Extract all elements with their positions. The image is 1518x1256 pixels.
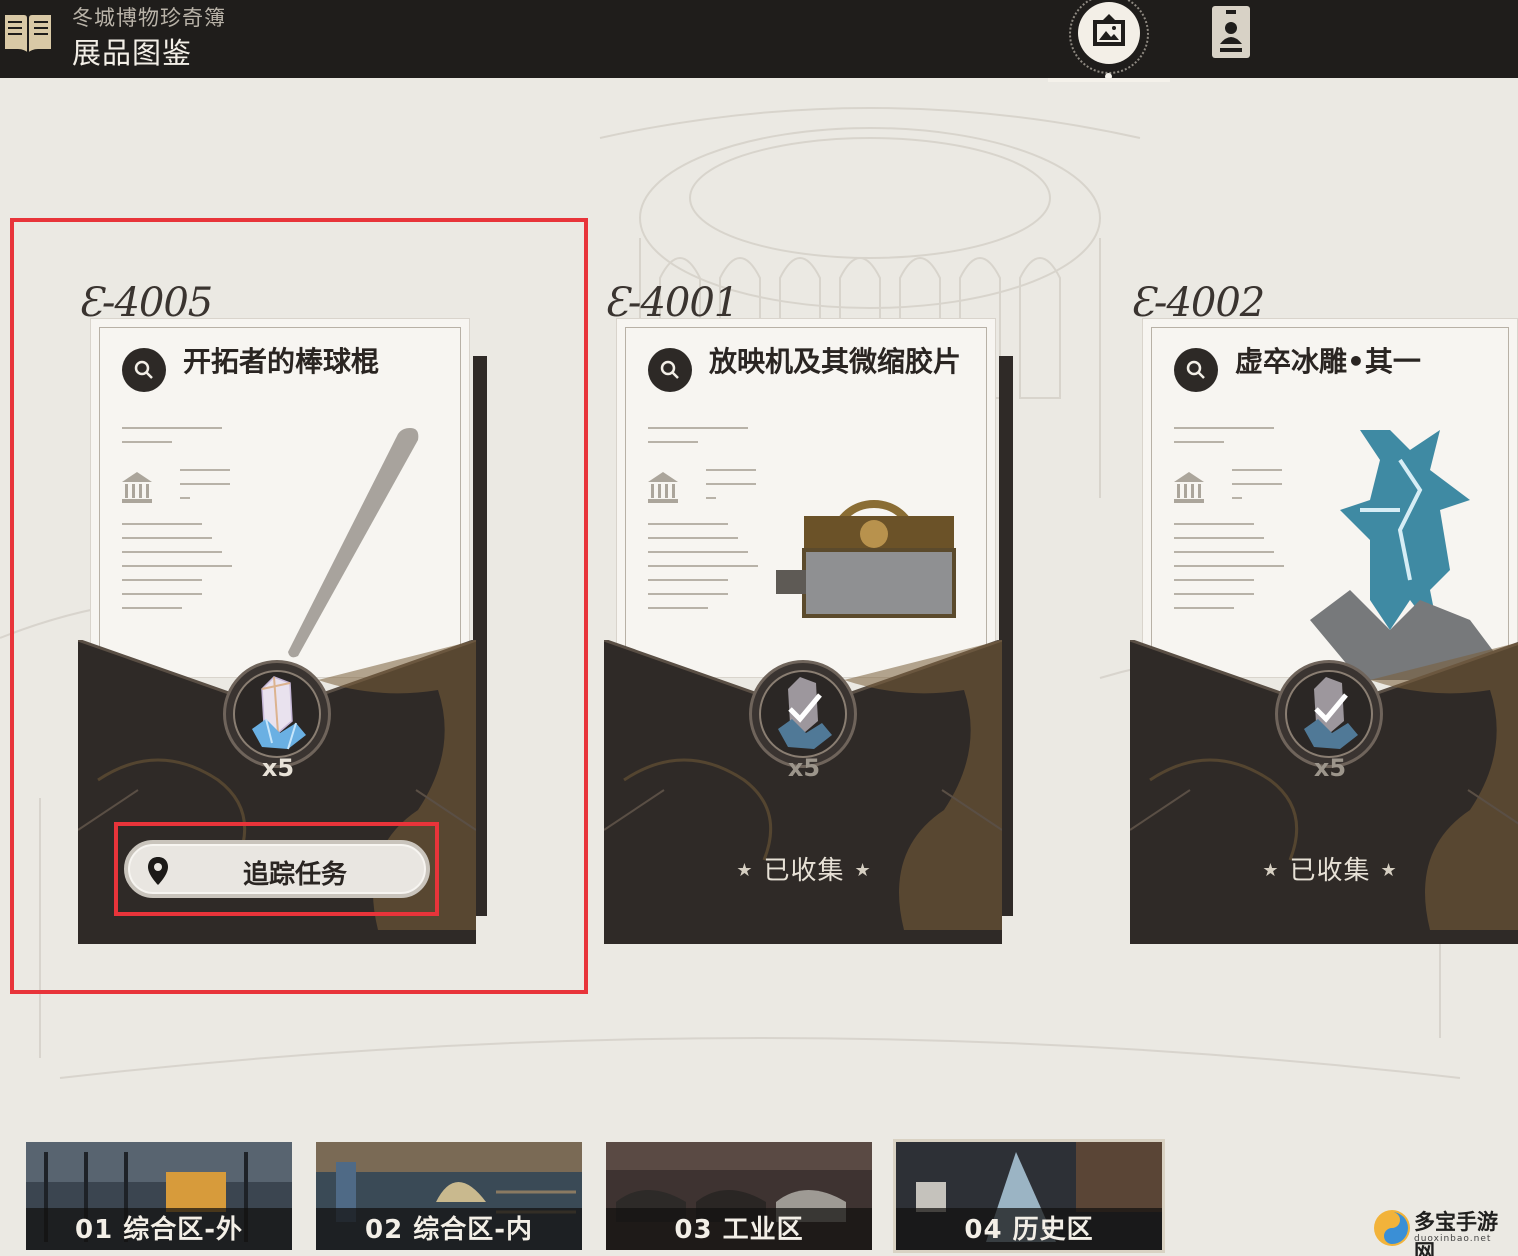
collected-label: 已收集: [763, 856, 845, 886]
area-tab-02[interactable]: 02 综合区-内: [316, 1142, 582, 1250]
magnifier-icon: [1186, 360, 1205, 379]
collected-label: 已收集: [1289, 856, 1371, 886]
watermark-text: 多宝手游网: [1414, 1210, 1498, 1256]
page-title: 展品图鉴: [72, 36, 193, 70]
reward-seal: [749, 660, 857, 768]
museum-icon: [1174, 472, 1204, 503]
watermark-subtext: duoxinbao.net: [1414, 1234, 1492, 1244]
app-subtitle: 冬城博物珍奇簿: [72, 6, 226, 30]
highlight-box-button: [114, 822, 439, 916]
watermark: 多宝手游网 duoxinbao.net: [1368, 1196, 1518, 1256]
area-tab-01[interactable]: 01 综合区-外: [26, 1142, 292, 1250]
inspect-button[interactable]: [1174, 348, 1218, 392]
area-tab-label: 01 综合区-外: [74, 1215, 244, 1245]
area-tab-03[interactable]: 03 工业区: [606, 1142, 872, 1250]
placeholder-description: [1174, 427, 1284, 609]
placeholder-description: [648, 427, 758, 609]
tab-profile[interactable]: [1210, 4, 1252, 60]
active-tab-indicator: [1048, 73, 1170, 82]
watermark-logo-icon: [1374, 1210, 1410, 1246]
projector-image: [776, 500, 956, 618]
area-tab-label: 04 历史区: [964, 1215, 1094, 1245]
star-icon: ★: [1262, 860, 1280, 881]
gallery-picture-icon: [1093, 14, 1125, 46]
star-icon: ★: [854, 860, 872, 881]
id-badge-icon: [1212, 6, 1250, 58]
reward-count: x5: [787, 754, 821, 782]
inspect-button[interactable]: [648, 348, 692, 392]
collected-status: ★ 已收集 ★: [1240, 850, 1420, 887]
area-tab-04[interactable]: 04 历史区: [893, 1139, 1165, 1253]
museum-icon: [648, 472, 678, 503]
star-icon: ★: [1380, 860, 1398, 881]
crystal-gem-check-icon: [1304, 677, 1358, 749]
exhibit-name: 虚卒冰雕•其一: [1235, 345, 1421, 378]
exhibit-card-2[interactable]: Ɛ-4001 放映机及其微缩胶片 x5 ★ 已收集 ★: [604, 280, 1034, 950]
exhibit-card-3[interactable]: Ɛ-4002 虚卒冰雕•其一 x5 ★ 已收集 ★: [1130, 280, 1518, 950]
star-icon: ★: [736, 860, 754, 881]
area-tab-label: 03 工业区: [674, 1215, 804, 1245]
crystal-gem-check-icon: [778, 677, 832, 749]
collected-status: ★ 已收集 ★: [714, 850, 894, 887]
book-icon: [3, 13, 53, 57]
top-bar: 冬城博物珍奇簿 展品图鉴: [0, 0, 1518, 78]
magnifier-icon: [660, 360, 679, 379]
tab-exhibit-gallery[interactable]: [1062, 0, 1156, 76]
reward-count: x5: [1313, 754, 1347, 782]
area-tab-label: 02 综合区-内: [364, 1215, 534, 1245]
exhibit-name: 放映机及其微缩胶片: [709, 345, 962, 378]
reward-seal: [1275, 660, 1383, 768]
